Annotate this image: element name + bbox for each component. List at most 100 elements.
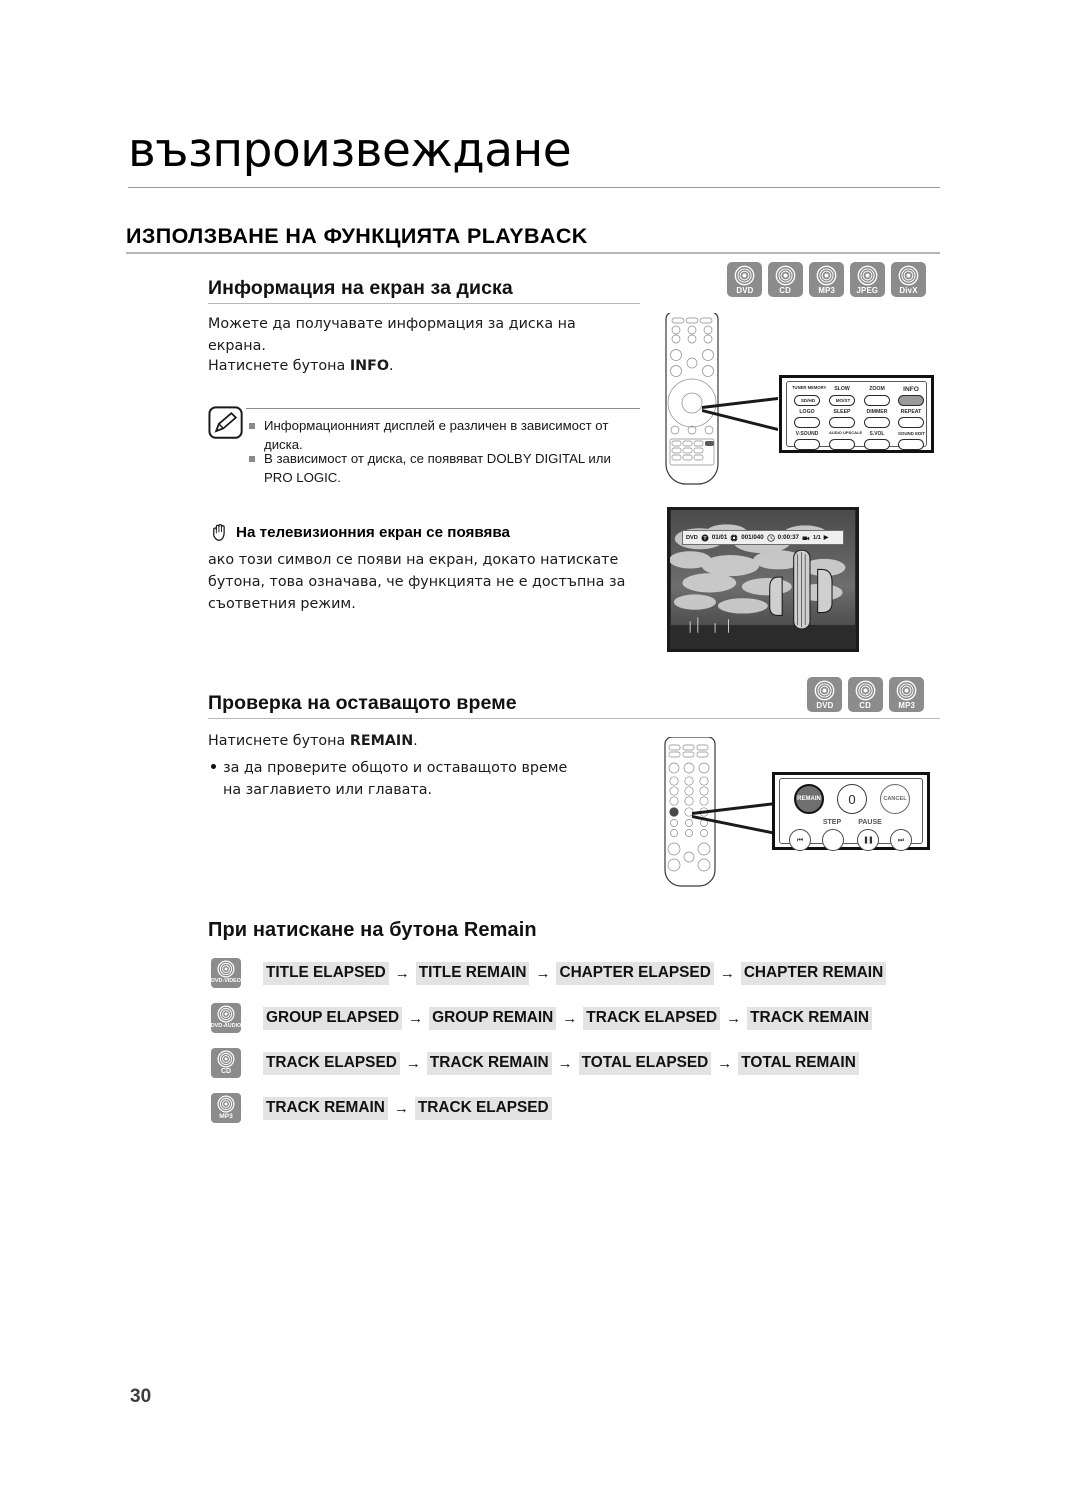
osd-time-value: 0:00:37 [777,534,799,541]
subsection-heading-remaining-time: Проверка на оставащото време [208,692,517,714]
remote-label-tuner-memory: TUNER MEMORY [792,385,827,390]
arrow-icon: → [535,964,551,982]
sequence-item: GROUP REMAIN [429,1006,557,1030]
title-icon [701,534,709,541]
press-remain-prefix: Натиснете бутона [208,733,350,749]
disc-compat-icons-2: DVD CD MP3 [807,677,924,712]
table-row: DVD-VIDEO TITLE ELAPSED → TITLE REMAIN →… [211,958,887,988]
disc-icon [814,680,835,701]
disc-icon [896,680,917,701]
sequence-item: TRACK REMAIN [263,1096,388,1120]
disc-badge-label: DVD [735,286,754,295]
disc-icon [775,265,796,286]
remote-label-s-vol: S.VOL [869,431,885,437]
remote-key-zoom[interactable] [864,395,890,406]
remote-key-most[interactable]: MO/ST [829,395,855,406]
remote-key-previous[interactable]: ⏮ [789,829,811,851]
title-divider [128,187,940,188]
remote-label-audio-upscale: AUDIO UPSCALE [829,430,863,435]
press-remain-suffix: . [413,733,418,749]
sequence-list-mp3: TRACK REMAIN → TRACK ELAPSED [263,1096,552,1120]
disc-badge-cd: CD [768,262,803,297]
remote-key-pause[interactable]: ❚❚ [857,829,879,851]
remote-key-label-zero: 0 [848,791,856,807]
remote-key-audio-upscale[interactable] [829,439,855,450]
remote-key-label-sdhd: SD/HD [800,398,816,403]
arrow-icon: → [393,1099,409,1117]
remote-label-sound-edit: SOUND EDIT [898,431,926,436]
clock-icon [766,533,775,542]
disc-badge-label: CD [220,1068,232,1075]
bullet-remain-description: за да проверите общото и оставащото врем… [223,760,568,799]
note-bullet-marker [249,456,255,462]
remote-key-remain[interactable]: REMAIN [794,784,824,814]
note-item-1: Информационният дисплей е различен в зав… [264,418,609,452]
disc-badge-dvd: DVD [807,677,842,712]
disc-icon [855,680,876,701]
press-info-prefix: Натиснете бутона [208,358,350,374]
arrow-icon: → [408,1009,424,1027]
disc-compat-icons-1: DVD CD MP3 JPEG DivX [727,262,926,297]
arrow-icon: → [405,1054,421,1072]
chapter-icon [730,534,738,541]
disc-icon [857,265,878,286]
sequence-list-dvd-video: TITLE ELAPSED → TITLE REMAIN → CHAPTER E… [263,961,887,985]
note-bullet-marker [249,423,255,429]
remote-key-v-sound[interactable] [794,439,820,450]
previous-track-icon: ⏮ [796,835,804,844]
disc-icon [898,265,919,286]
arrow-icon: → [557,1054,573,1072]
remote-key-sleep[interactable] [829,417,855,428]
page-title: възпроизвеждане [128,123,572,178]
disc-icon [217,960,235,978]
disc-badge-label: DVD [815,701,834,710]
arrow-icon: → [394,964,410,982]
remote-label-repeat: REPEAT [900,409,922,415]
osd-angle-value: 1/1 [813,534,821,541]
remote-key-logo[interactable] [794,417,820,428]
pause-icon: ❚❚ [863,836,874,844]
remote-key-sound-edit[interactable] [898,439,924,450]
note-item-2: В зависимост от диска, се появяват DOLBY… [264,451,611,485]
disc-badge-dvd-video: DVD-VIDEO [211,958,241,988]
disc-badge-mp3: MP3 [211,1093,241,1123]
paragraph-disc-info: Можете да получавате информация за диска… [208,316,576,355]
press-info-button: INFO [349,358,390,374]
manual-page: възпроизвеждане ИЗПОЛЗВАНЕ НА ФУНКЦИЯТА … [0,0,1080,1492]
disc-icon [217,1050,235,1068]
remote-key-next[interactable]: ⏭ [890,829,912,851]
callout-leader-line-1 [702,397,778,431]
remote-label-dimmer: DIMMER [866,409,888,415]
remote-label-pause: PAUSE [858,819,882,826]
remote-key-repeat[interactable] [898,417,924,428]
remote-label-v-sound: V-SOUND [795,431,819,437]
remote-key-zero[interactable]: 0 [837,784,867,814]
caution-title: На телевизионния екран се появява [236,524,510,541]
osd-info-bar: DVD 01/01 001/040 0:00:37 1/1 ▶ [682,530,844,545]
remote-key-cancel[interactable]: CANCEL [880,784,910,814]
press-remain-button: REMAIN [349,733,414,749]
remote-key-info[interactable] [898,395,924,406]
disc-badge-mp3: MP3 [889,677,924,712]
remote-key-dimmer[interactable] [864,417,890,428]
disc-badge-dvd: DVD [727,262,762,297]
disc-badge-label: DVD-VIDEO [211,978,241,984]
subsection-divider-1 [208,303,640,304]
remote-key-s-vol[interactable] [864,439,890,450]
remote-key-sdhd[interactable]: SD/HD [794,395,820,406]
disc-badge-label: DivX [899,286,918,295]
camera-angle-icon [802,536,810,540]
arrow-icon: → [562,1009,578,1027]
osd-chapter-value: 001/040 [741,534,764,541]
arrow-icon: → [717,1054,733,1072]
next-track-icon: ⏭ [897,835,905,844]
remote-key-label-most: MO/ST [835,398,851,403]
disc-badge-label: CD [779,286,792,295]
table-row: CD TRACK ELAPSED → TRACK REMAIN → TOTAL … [211,1048,859,1078]
disc-badge-label: MP3 [898,701,915,710]
sequence-item: GROUP ELAPSED [263,1006,403,1030]
osd-title-value: 01/01 [711,534,728,541]
remote-key-step[interactable] [822,829,844,851]
note-pen-icon [208,406,243,439]
sequence-item: TRACK ELAPSED [414,1096,552,1120]
